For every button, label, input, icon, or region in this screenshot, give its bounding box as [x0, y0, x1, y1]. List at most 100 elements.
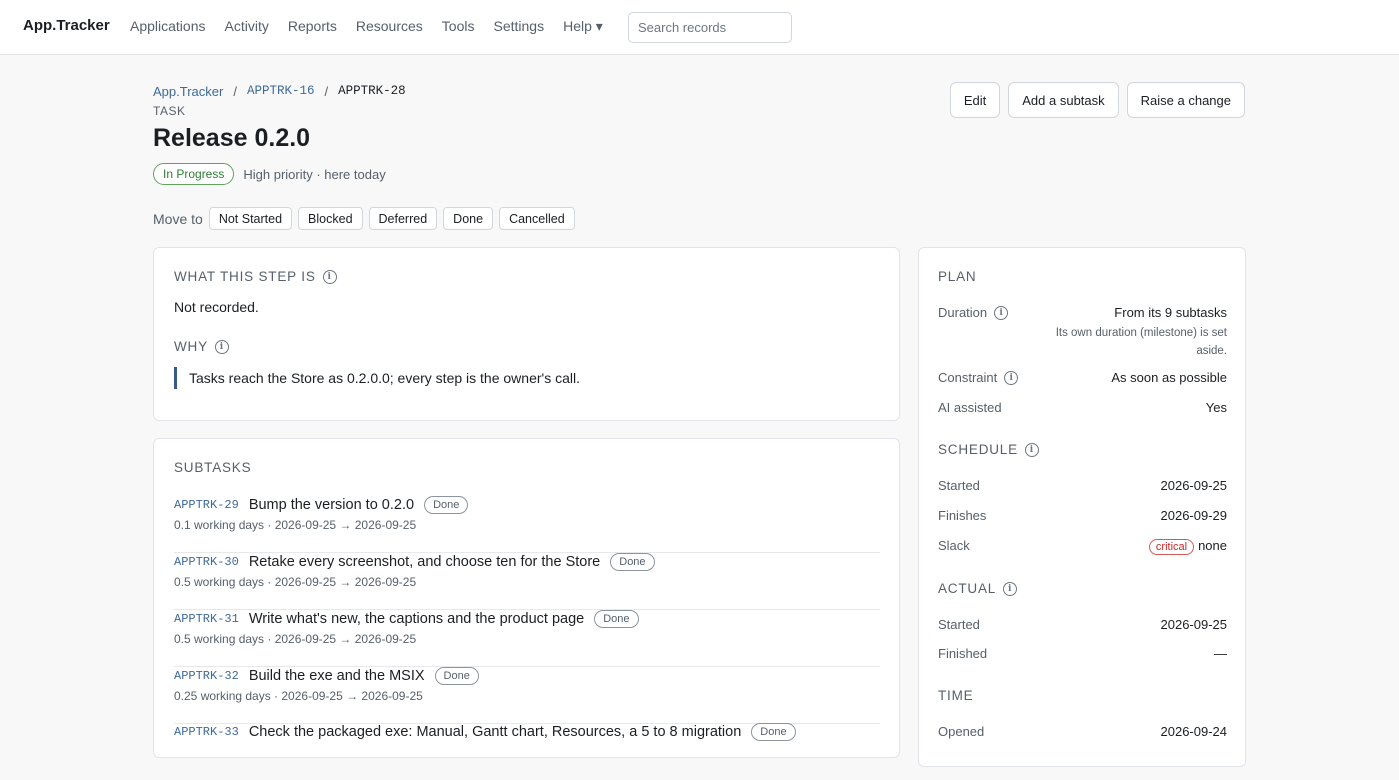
critical-badge: critical: [1148, 539, 1195, 555]
constraint-label: Constraint: [938, 370, 998, 385]
raise-change-button[interactable]: Raise a change: [1126, 82, 1245, 118]
breadcrumb-root[interactable]: App.Tracker: [153, 84, 223, 99]
subtask-name[interactable]: Write what's new, the captions and the p…: [249, 611, 584, 627]
why-section-title: WHY i: [174, 339, 229, 354]
subtask-id[interactable]: APPTRK-33: [174, 725, 239, 739]
nav-item-activity[interactable]: Activity: [225, 18, 269, 35]
nav-item-tools[interactable]: Tools: [442, 18, 475, 35]
actual-started-value: 2026-09-25: [1160, 617, 1228, 632]
move-to-deferred[interactable]: Deferred: [368, 207, 438, 230]
info-icon[interactable]: i: [1003, 581, 1018, 596]
what-title-text: WHAT THIS STEP IS: [174, 269, 316, 284]
item-kind: TASK: [153, 104, 186, 118]
status-badge: Done: [424, 496, 469, 514]
actual-finished-label: Finished: [938, 646, 988, 661]
info-icon[interactable]: i: [994, 305, 1009, 320]
move-to-label: Move to: [153, 210, 203, 227]
info-icon[interactable]: i: [214, 339, 229, 354]
ai-assisted-value: Yes: [1205, 400, 1227, 415]
subtask-name[interactable]: Bump the version to 0.2.0: [249, 497, 414, 513]
actual-title-text: ACTUAL: [938, 581, 997, 596]
subtask-meta: 0.1 working days · 2026-09-25 → 2026-09-…: [174, 518, 417, 532]
move-to-blocked[interactable]: Blocked: [298, 207, 363, 230]
duration-value: From its 9 subtasks: [1114, 305, 1227, 320]
nav-item-settings[interactable]: Settings: [493, 18, 544, 35]
status-badge: Done: [434, 667, 479, 685]
subtasks-card: SUBTASKS APPTRK-29 Bump the version to 0…: [153, 438, 900, 758]
list-item[interactable]: APPTRK-31 Write what's new, the captions…: [174, 610, 880, 667]
breadcrumb: App.Tracker / APPTRK-16 / APPTRK-28: [153, 84, 406, 99]
breadcrumb-current: APPTRK-28: [338, 84, 406, 98]
subtask-meta: 0.25 working days · 2026-09-25 → 2026-09…: [174, 689, 423, 703]
subtask-name[interactable]: Check the packaged exe: Manual, Gantt ch…: [249, 724, 741, 740]
status-meta: High priority · here today: [243, 166, 386, 182]
ai-assisted-label: AI assisted: [938, 400, 1002, 415]
actual-title: ACTUAL i: [938, 581, 1018, 596]
slack-label: Slack: [938, 538, 970, 553]
move-to-cancelled[interactable]: Cancelled: [499, 207, 575, 230]
header-actions: Edit Add a subtask Raise a change: [949, 82, 1245, 118]
subtask-id[interactable]: APPTRK-30: [174, 555, 239, 569]
actual-finished-value: —: [1214, 646, 1227, 661]
status-badge: In Progress: [153, 163, 235, 185]
constraint-value: As soon as possible: [1111, 370, 1227, 385]
breadcrumb-parent[interactable]: APPTRK-16: [247, 84, 315, 99]
slack-value: none: [1198, 538, 1227, 553]
why-quote: Tasks reach the Store as 0.2.0.0; every …: [174, 367, 580, 389]
nav-item-reports[interactable]: Reports: [288, 18, 337, 35]
nav-links: Applications Activity Reports Resources …: [130, 18, 622, 35]
status-badge: Done: [751, 723, 796, 741]
subtask-id[interactable]: APPTRK-32: [174, 669, 239, 683]
subtask-meta: 0.5 working days · 2026-09-25 → 2026-09-…: [174, 575, 417, 589]
schedule-started-label: Started: [938, 478, 980, 493]
what-card: WHAT THIS STEP IS i Not recorded. WHY i …: [153, 247, 900, 421]
schedule-title-text: SCHEDULE: [938, 442, 1018, 457]
actual-started-label: Started: [938, 617, 980, 632]
list-item[interactable]: APPTRK-33 Check the packaged exe: Manual…: [174, 723, 880, 780]
time-title: TIME: [938, 688, 974, 703]
opened-value: 2026-09-24: [1160, 724, 1228, 739]
list-item[interactable]: APPTRK-32 Build the exe and the MSIX Don…: [174, 667, 880, 724]
search-input[interactable]: [628, 12, 792, 43]
brand-logo[interactable]: App.Tracker: [23, 17, 110, 34]
status-badge: Done: [594, 610, 639, 628]
duration-row: Duration i From its 9 subtasks Its own du…: [938, 305, 1227, 357]
nav-item-resources[interactable]: Resources: [356, 18, 423, 35]
subtask-name[interactable]: Retake every screenshot, and choose ten …: [249, 554, 600, 570]
details-panel: PLAN Duration i From its 9 subtasks Its o…: [918, 247, 1246, 767]
page-title: Release 0.2.0: [153, 124, 311, 152]
move-to-done[interactable]: Done: [443, 207, 494, 230]
add-subtask-button[interactable]: Add a subtask: [1008, 82, 1119, 118]
subtask-id[interactable]: APPTRK-31: [174, 612, 239, 626]
list-item[interactable]: APPTRK-30 Retake every screenshot, and c…: [174, 553, 880, 610]
breadcrumb-separator: /: [233, 84, 237, 99]
subtasks-title: SUBTASKS: [174, 460, 252, 475]
move-to-bar: Move to Not Started Blocked Deferred Don…: [153, 207, 575, 230]
what-section-title: WHAT THIS STEP IS i: [174, 269, 337, 284]
top-nav: App.Tracker Applications Activity Report…: [0, 0, 1399, 55]
schedule-finishes-label: Finishes: [938, 508, 987, 523]
info-icon[interactable]: i: [1024, 442, 1039, 457]
nav-item-applications[interactable]: Applications: [130, 18, 206, 35]
opened-label: Opened: [938, 724, 985, 739]
schedule-finishes-value: 2026-09-29: [1160, 508, 1228, 523]
info-icon[interactable]: i: [322, 269, 337, 284]
info-icon[interactable]: i: [1004, 370, 1019, 385]
schedule-started-value: 2026-09-25: [1160, 478, 1228, 493]
subtask-meta: 0.5 working days · 2026-09-25 → 2026-09-…: [174, 632, 417, 646]
status-row: In Progress High priority · here today: [153, 163, 386, 185]
why-title-text: WHY: [174, 339, 208, 354]
nav-item-help[interactable]: Help ▾: [563, 18, 603, 35]
subtask-name[interactable]: Build the exe and the MSIX: [249, 668, 425, 684]
duration-note: Its own duration (milestone) is set asid…: [1055, 327, 1227, 357]
breadcrumb-separator: /: [324, 84, 329, 99]
list-item[interactable]: APPTRK-29 Bump the version to 0.2.0 Done…: [174, 496, 880, 553]
subtask-id[interactable]: APPTRK-29: [174, 498, 239, 512]
schedule-title: SCHEDULE i: [938, 442, 1039, 457]
status-badge: Done: [610, 553, 655, 571]
slack-value-wrap: critical none: [1148, 538, 1227, 555]
duration-label: Duration: [938, 305, 988, 320]
move-to-not-started[interactable]: Not Started: [208, 207, 293, 230]
edit-button[interactable]: Edit: [949, 82, 1001, 118]
what-value: Not recorded.: [174, 299, 259, 315]
